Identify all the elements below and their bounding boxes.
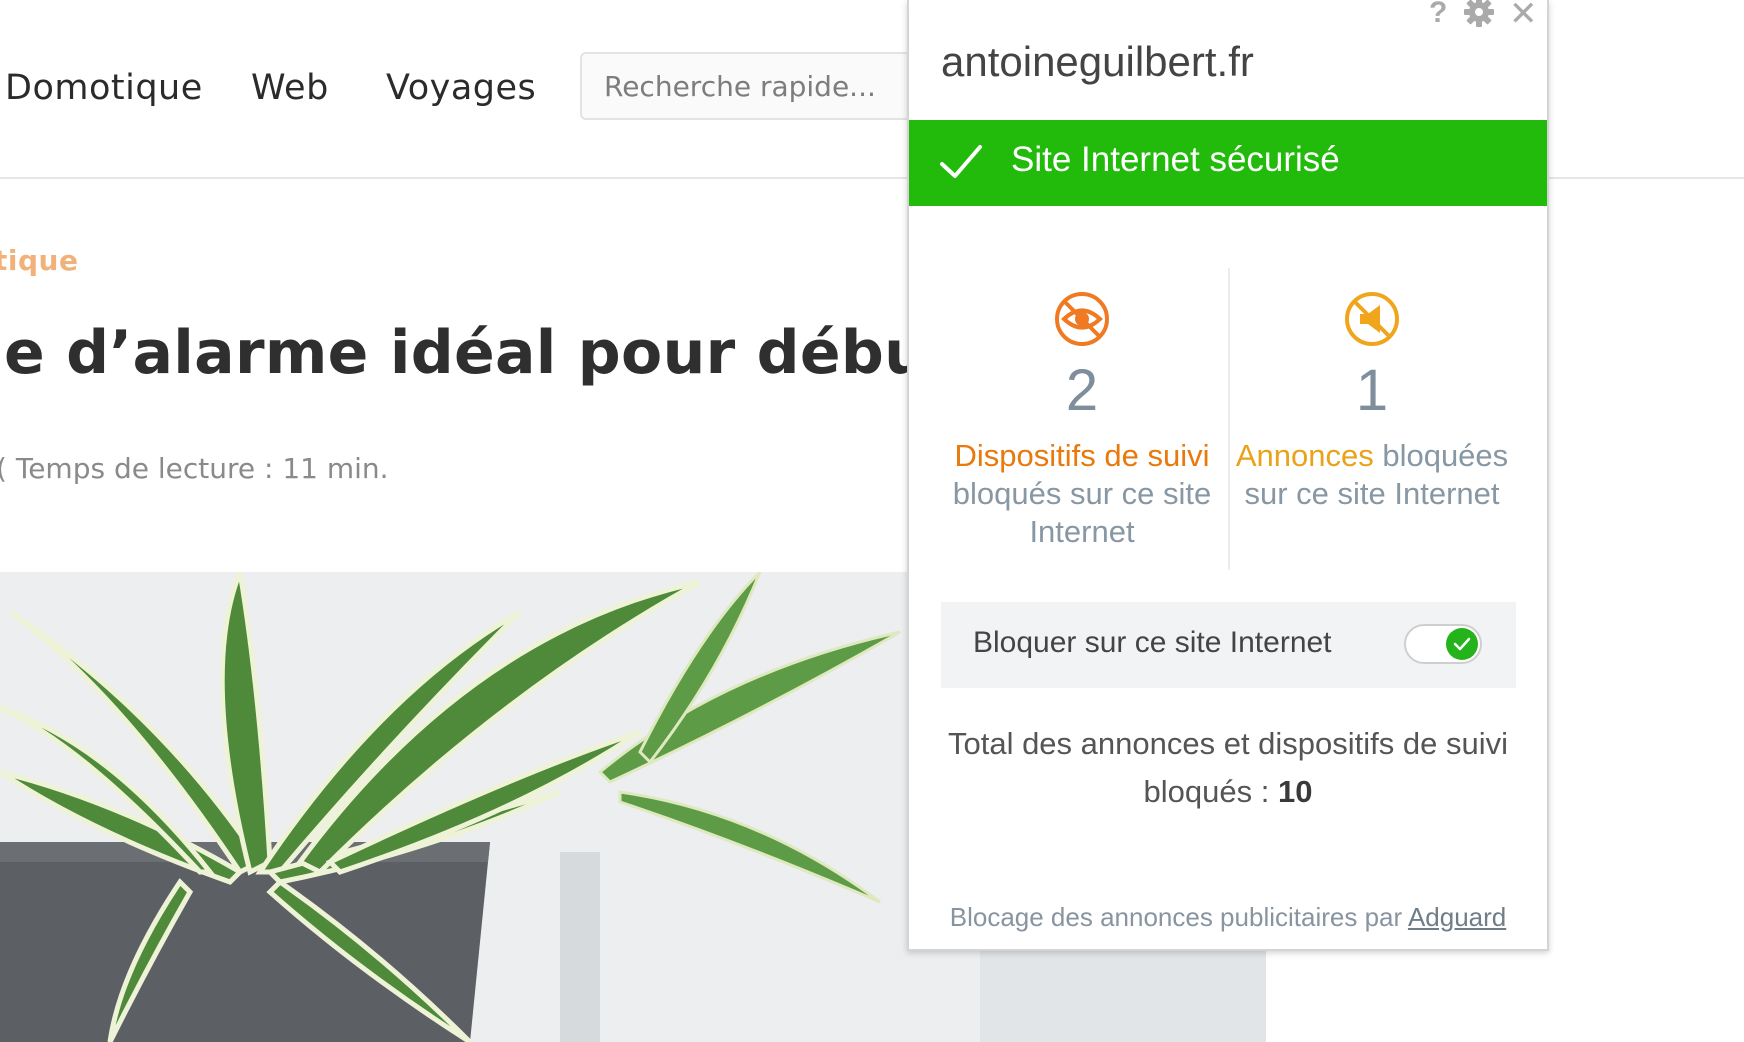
article-title: e d’alarme idéal pour débuter — [4, 318, 1028, 388]
reading-time: ( Temps de lecture : 11 min. — [0, 452, 389, 485]
article-category[interactable]: tique — [0, 244, 78, 277]
ads-description: Annonces bloquées sur ce site Internet — [1227, 437, 1517, 513]
footer-text: Blocage des annonces publicitaires par — [949, 902, 1408, 932]
ads-count: 1 — [1355, 358, 1389, 423]
blocked-stats: 2 Dispositifs de suivi bloqués sur ce si… — [909, 268, 1547, 570]
trackers-description: Dispositifs de suivi bloqués sur ce site… — [937, 437, 1227, 551]
popup-header: antoineguilbert.fr ? ✕ — [909, 0, 1547, 120]
reading-time-text: Temps de lecture : 11 min. — [15, 452, 389, 485]
popup-footer: Blocage des annonces publicitaires par A… — [909, 902, 1547, 933]
total-blocked-count: 10 — [1277, 774, 1313, 809]
adguard-link[interactable]: Adguard — [1408, 902, 1506, 932]
trackers-highlight: Dispositifs de suivi — [954, 438, 1210, 473]
trackers-count: 2 — [1065, 358, 1099, 423]
ads-stat: 1 Annonces bloquées sur ce site Internet — [1227, 290, 1517, 513]
nav-item-voyages[interactable]: Voyages — [386, 68, 536, 108]
popup-domain: antoineguilbert.fr — [941, 38, 1254, 85]
total-blocked: Total des annonces et dispositifs de sui… — [909, 720, 1547, 816]
nav-item-web[interactable]: Web — [251, 68, 329, 108]
secure-status-banner: Site Internet sécurisé — [909, 120, 1547, 206]
gear-icon[interactable] — [1463, 0, 1495, 33]
adguard-popup: antoineguilbert.fr ? ✕ Site Internet séc… — [907, 0, 1549, 951]
block-toggle-row: Bloquer sur ce site Internet — [941, 602, 1516, 688]
nav-item-domotique[interactable]: Domotique — [5, 68, 203, 108]
megaphone-blocked-icon — [1227, 290, 1517, 353]
search-box — [580, 52, 920, 120]
toggle-check-icon — [1446, 628, 1478, 660]
trackers-stat: 2 Dispositifs de suivi bloqués sur ce si… — [937, 290, 1227, 551]
block-toggle-label: Bloquer sur ce site Internet — [973, 626, 1332, 659]
search-input[interactable] — [582, 54, 918, 118]
block-toggle-switch[interactable] — [1404, 624, 1482, 664]
checkmark-icon — [939, 142, 983, 187]
secure-status-text: Site Internet sécurisé — [1011, 140, 1340, 179]
page: Domotique Web Voyages tique e d’alarme i… — [0, 0, 1744, 1042]
close-icon[interactable]: ✕ — [1509, 0, 1538, 34]
trackers-rest: bloqués sur ce site Internet — [952, 476, 1212, 549]
ads-highlight: Annonces — [1235, 438, 1374, 473]
total-blocked-label: Total des annonces et dispositifs de sui… — [947, 726, 1509, 809]
help-icon[interactable]: ? — [1429, 0, 1447, 30]
eye-blocked-icon — [937, 290, 1227, 353]
clock-icon: ( — [0, 452, 7, 485]
